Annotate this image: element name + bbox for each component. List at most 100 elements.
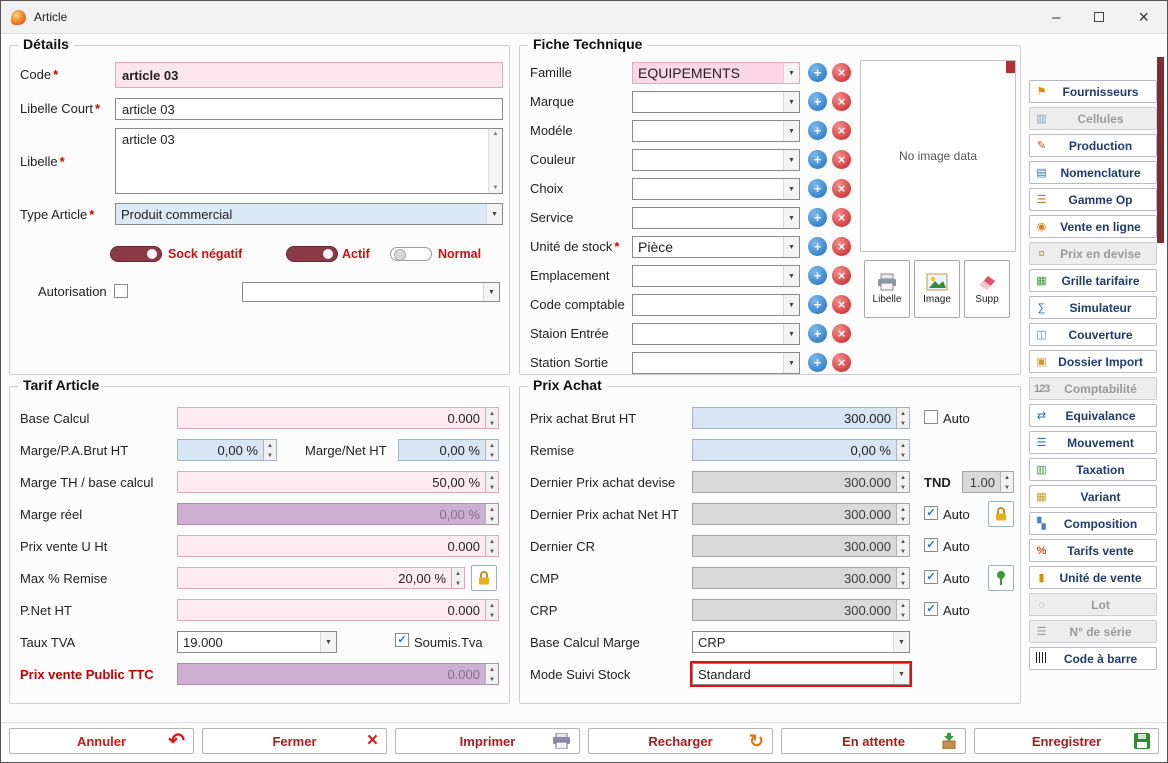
spinner-buttons[interactable]: ▲▼ — [485, 472, 498, 492]
remise-spinner[interactable]: 0,00 %▲▼ — [692, 439, 910, 461]
chevron-down-icon[interactable]: ▼ — [783, 266, 799, 286]
remove-icon[interactable]: × — [832, 324, 851, 343]
chevron-down-icon[interactable]: ▼ — [893, 664, 909, 684]
dernier-prix-net-spinner[interactable]: 300.000▲▼ — [692, 503, 910, 525]
maximize-button[interactable] — [1094, 10, 1104, 25]
remove-icon[interactable]: × — [832, 150, 851, 169]
fermer-button[interactable]: Fermer × — [202, 728, 387, 754]
famille-combobox[interactable]: EQUIPEMENTS ▼ — [632, 62, 800, 84]
auto-checkbox[interactable]: ✓ — [924, 602, 938, 616]
spinner-buttons[interactable]: ▲▼ — [896, 472, 909, 492]
auto-checkbox[interactable] — [924, 410, 938, 424]
libelle-court-input[interactable]: article 03 — [115, 98, 503, 120]
autorisation-combobox[interactable]: ▼ — [242, 282, 500, 302]
prix-vente-u-spinner[interactable]: 0.000▲▼ — [177, 535, 499, 557]
add-icon[interactable]: + — [808, 63, 827, 82]
dernier-cr-spinner[interactable]: 300.000▲▼ — [692, 535, 910, 557]
supp-button[interactable]: Supp — [964, 260, 1010, 318]
spinner-buttons[interactable]: ▲▼ — [896, 440, 909, 460]
spinner-buttons[interactable]: ▲▼ — [485, 408, 498, 428]
add-icon[interactable]: + — [808, 353, 827, 372]
close-button[interactable]: × — [1138, 10, 1149, 25]
chevron-down-icon[interactable]: ▼ — [783, 324, 799, 344]
auto-checkbox[interactable]: ✓ — [924, 538, 938, 552]
chevron-down-icon[interactable]: ▼ — [783, 295, 799, 315]
remove-icon[interactable]: × — [832, 63, 851, 82]
remove-icon[interactable]: × — [832, 353, 851, 372]
p-net-spinner[interactable]: 0.000▲▼ — [177, 599, 499, 621]
remove-icon[interactable]: × — [832, 266, 851, 285]
sidebar-item-taxation[interactable]: ▥Taxation — [1029, 458, 1157, 481]
add-icon[interactable]: + — [808, 324, 827, 343]
add-icon[interactable]: + — [808, 150, 827, 169]
add-icon[interactable]: + — [808, 208, 827, 227]
chevron-down-icon[interactable]: ▼ — [483, 283, 499, 301]
spinner-buttons[interactable]: ▲▼ — [896, 600, 909, 620]
marge-net-spinner[interactable]: 0,00 %▲▼ — [398, 439, 499, 461]
chevron-down-icon[interactable]: ▼ — [783, 353, 799, 373]
sidebar-item-couverture[interactable]: ◫Couverture — [1029, 323, 1157, 346]
chevron-down-icon[interactable]: ▼ — [783, 63, 799, 83]
sidebar-item-production[interactable]: ✎Production — [1029, 134, 1157, 157]
sidebar-item-simulateur[interactable]: ∑Simulateur — [1029, 296, 1157, 319]
sidebar-item-composition[interactable]: ▚Composition — [1029, 512, 1157, 535]
spinner-buttons[interactable]: ▲▼ — [896, 408, 909, 428]
en-attente-button[interactable]: En attente — [781, 728, 966, 754]
sidebar-item-gamme-op[interactable]: ☰Gamme Op — [1029, 188, 1157, 211]
taux-tva-combobox[interactable]: 19.000▼ — [177, 631, 337, 653]
add-icon[interactable]: + — [808, 295, 827, 314]
remove-icon[interactable]: × — [832, 208, 851, 227]
chevron-down-icon[interactable]: ▼ — [893, 632, 909, 652]
autorisation-checkbox[interactable] — [114, 284, 128, 298]
annuler-button[interactable]: Annuler ↶ — [9, 728, 194, 754]
service-combobox[interactable]: ▼ — [632, 207, 800, 229]
minimize-button[interactable]: – — [1052, 10, 1060, 25]
spinner-buttons[interactable]: ▲▼ — [1000, 472, 1013, 492]
spinner-buttons[interactable]: ▲▼ — [896, 504, 909, 524]
libelle-print-button[interactable]: Libelle — [864, 260, 910, 318]
sidebar-item-equivalance[interactable]: ⇄Equivalance — [1029, 404, 1157, 427]
sidebar-item-dossier-import[interactable]: ▣Dossier Import — [1029, 350, 1157, 373]
add-icon[interactable]: + — [808, 121, 827, 140]
libelle-textarea[interactable]: article 03 ▲▼ — [115, 128, 503, 194]
type-article-combobox[interactable]: Produit commercial ▼ — [115, 203, 503, 225]
code-input[interactable]: article 03 — [115, 62, 503, 88]
prix-achat-brut-spinner[interactable]: 300.000▲▼ — [692, 407, 910, 429]
remove-icon[interactable]: × — [832, 92, 851, 111]
spinner-buttons[interactable]: ▲▼ — [896, 568, 909, 588]
sidebar-item-fournisseurs[interactable]: ⚑Fournisseurs — [1029, 80, 1157, 103]
max-remise-spinner[interactable]: 20,00 %▲▼ — [177, 567, 465, 589]
actif-toggle[interactable] — [286, 246, 338, 262]
chevron-down-icon[interactable]: ▼ — [783, 121, 799, 141]
scroll-up-icon[interactable]: ▲ — [489, 131, 502, 137]
image-button[interactable]: Image — [914, 260, 960, 318]
spinner-buttons[interactable]: ▲▼ — [485, 440, 498, 460]
remove-icon[interactable]: × — [832, 295, 851, 314]
couleur-combobox[interactable]: ▼ — [632, 149, 800, 171]
add-icon[interactable]: + — [808, 237, 827, 256]
sidebar-item-grille-tarifaire[interactable]: ▦Grille tarifaire — [1029, 269, 1157, 292]
emplacement-combobox[interactable]: ▼ — [632, 265, 800, 287]
sidebar-item-vente-en-ligne[interactable]: ◉Vente en ligne — [1029, 215, 1157, 238]
spinner-buttons[interactable]: ▲▼ — [263, 440, 276, 460]
pin-button[interactable] — [988, 565, 1014, 591]
add-icon[interactable]: + — [808, 179, 827, 198]
soumis-tva-checkbox[interactable]: ✓ — [395, 633, 409, 647]
modele-combobox[interactable]: ▼ — [632, 120, 800, 142]
base-calcul-marge-combobox[interactable]: CRP▼ — [692, 631, 910, 653]
auto-checkbox[interactable]: ✓ — [924, 570, 938, 584]
spinner-buttons[interactable]: ▲▼ — [485, 536, 498, 556]
sidebar-item-nomenclature[interactable]: ▤Nomenclature — [1029, 161, 1157, 184]
remove-icon[interactable]: × — [832, 179, 851, 198]
chevron-down-icon[interactable]: ▼ — [783, 150, 799, 170]
auto-checkbox[interactable]: ✓ — [924, 506, 938, 520]
spinner-buttons[interactable]: ▲▼ — [485, 600, 498, 620]
chevron-down-icon[interactable]: ▼ — [783, 179, 799, 199]
recharger-button[interactable]: Recharger ↻ — [588, 728, 773, 754]
cmp-spinner[interactable]: 300.000▲▼ — [692, 567, 910, 589]
lock-button[interactable] — [988, 501, 1014, 527]
lock-button[interactable] — [471, 565, 497, 591]
chevron-down-icon[interactable]: ▼ — [783, 208, 799, 228]
marge-pa-brut-spinner[interactable]: 0,00 %▲▼ — [177, 439, 277, 461]
spinner-buttons[interactable]: ▲▼ — [451, 568, 464, 588]
